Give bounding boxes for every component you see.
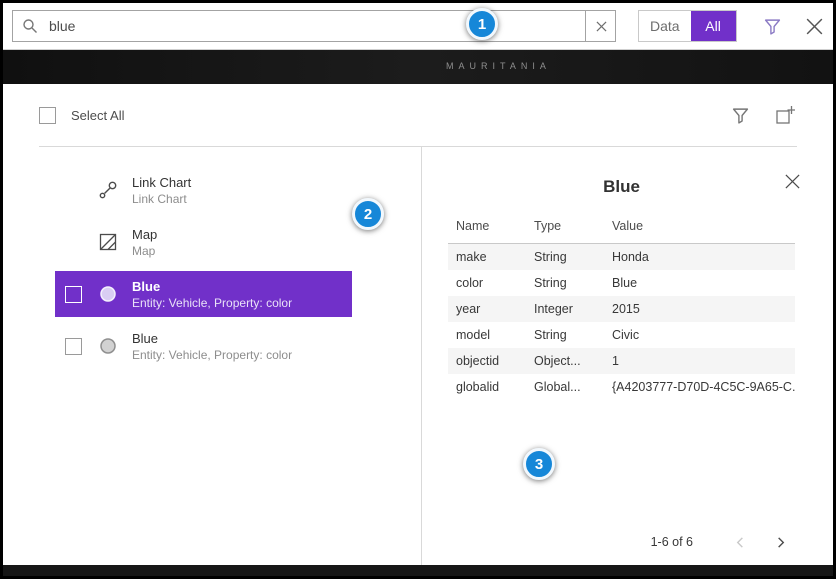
results-header: Select All (3, 84, 833, 146)
cell-name: model (448, 322, 526, 348)
callout-3: 3 (523, 448, 555, 480)
table-header-row: Name Type Value (448, 213, 795, 244)
search-field[interactable] (12, 10, 616, 42)
results-filter-icon[interactable] (732, 107, 749, 124)
result-subtitle: Link Chart (132, 192, 191, 206)
clear-search-button[interactable] (585, 10, 616, 42)
search-input[interactable] (47, 11, 585, 41)
cell-value: {A4203777-D70D-4C5C-9A65-C... (604, 374, 795, 400)
select-all-label: Select All (71, 108, 124, 123)
result-blue-selected[interactable]: Blue Entity: Vehicle, Property: color (55, 271, 352, 317)
cell-type: Object... (526, 348, 604, 374)
add-to-list-icon[interactable] (775, 105, 795, 125)
result-title: Blue (132, 279, 292, 294)
result-checkbox[interactable] (65, 338, 82, 355)
result-subtitle: Entity: Vehicle, Property: color (132, 348, 292, 362)
attribute-table: Name Type Value make String Honda color (448, 213, 795, 400)
result-link-chart[interactable]: Link Chart Link Chart (55, 167, 352, 213)
map-background: MAURITANIA (3, 50, 833, 84)
filter-icon[interactable] (764, 18, 781, 35)
callout-1: 1 (466, 8, 498, 40)
detail-panel: Blue Name Type Value (422, 147, 833, 565)
close-search-icon[interactable] (804, 16, 825, 37)
callout-2: 2 (352, 198, 384, 230)
map-icon (97, 233, 119, 251)
table-row: globalid Global... {A4203777-D70D-4C5C-9… (448, 374, 795, 400)
search-results-panel: Select All Link Chart (3, 84, 833, 565)
result-map[interactable]: Map Map (55, 219, 352, 265)
cell-name: make (448, 244, 526, 271)
cell-type: Integer (526, 296, 604, 322)
scope-data-button[interactable]: Data (639, 11, 691, 41)
link-chart-icon (97, 180, 119, 200)
cell-name: objectid (448, 348, 526, 374)
cell-name: globalid (448, 374, 526, 400)
table-row: model String Civic (448, 322, 795, 348)
table-row: make String Honda (448, 244, 795, 271)
result-subtitle: Entity: Vehicle, Property: color (132, 296, 292, 310)
result-subtitle: Map (132, 244, 157, 258)
cell-value: Civic (604, 322, 795, 348)
entity-circle-icon (97, 285, 119, 303)
detail-header: Blue (448, 161, 795, 213)
pagination-label: 1-6 of 6 (651, 535, 693, 549)
search-scope-toggle: Data All (638, 10, 737, 42)
table-row: objectid Object... 1 (448, 348, 795, 374)
search-icon (13, 18, 47, 34)
result-checkbox[interactable] (65, 286, 82, 303)
result-title: Link Chart (132, 175, 191, 190)
cell-name: color (448, 270, 526, 296)
column-header-name: Name (448, 213, 526, 244)
search-bar: Data All (3, 3, 833, 50)
next-page-icon[interactable] (765, 536, 795, 549)
map-country-label: MAURITANIA (446, 61, 551, 71)
previous-page-icon[interactable] (725, 536, 755, 549)
result-title: Blue (132, 331, 292, 346)
cell-value: Honda (604, 244, 795, 271)
detail-title: Blue (603, 177, 640, 197)
entity-circle-icon (97, 337, 119, 355)
cell-value: 1 (604, 348, 795, 374)
app-window: Data All MAURITANIA Select All (0, 0, 836, 579)
scope-all-button[interactable]: All (691, 11, 736, 41)
pagination: 1-6 of 6 (651, 535, 795, 549)
close-detail-icon[interactable] (784, 173, 801, 190)
cell-value: 2015 (604, 296, 795, 322)
column-header-type: Type (526, 213, 604, 244)
cell-name: year (448, 296, 526, 322)
table-row: year Integer 2015 (448, 296, 795, 322)
cell-type: String (526, 270, 604, 296)
table-row: color String Blue (448, 270, 795, 296)
column-header-value: Value (604, 213, 795, 244)
result-title: Map (132, 227, 157, 242)
cell-type: Global... (526, 374, 604, 400)
cell-type: String (526, 322, 604, 348)
result-blue[interactable]: Blue Entity: Vehicle, Property: color (55, 323, 352, 369)
select-all-checkbox[interactable] (39, 107, 56, 124)
cell-type: String (526, 244, 604, 271)
cell-value: Blue (604, 270, 795, 296)
